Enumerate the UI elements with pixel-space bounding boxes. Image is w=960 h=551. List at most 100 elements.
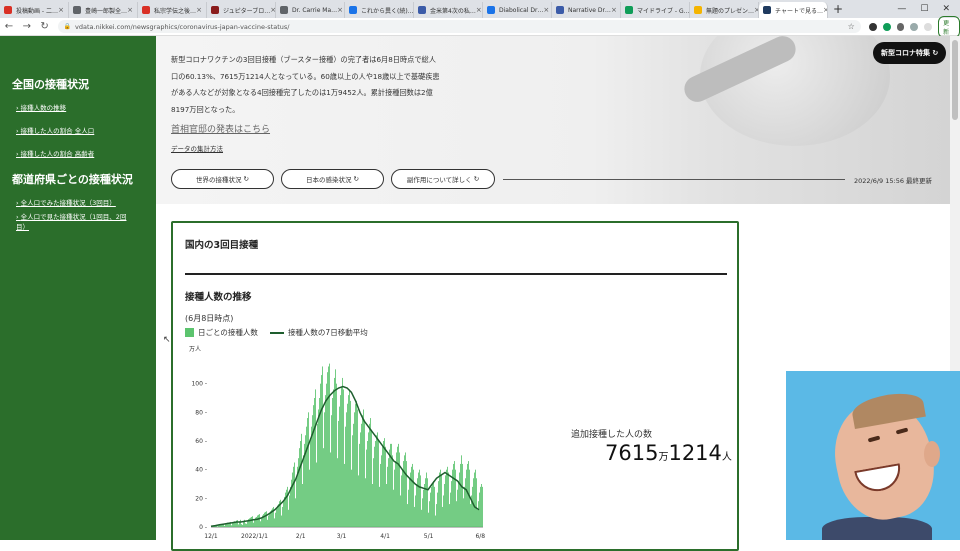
- puzzle-icon[interactable]: [897, 23, 905, 31]
- world-status-button[interactable]: 世界の接種状況 ↻: [171, 169, 274, 189]
- close-window-icon[interactable]: ✕: [942, 4, 950, 14]
- sidebar-link-pref-3rd[interactable]: 全人口でみた接種状況（3回目）: [16, 197, 156, 207]
- corona-feature-badge[interactable]: 新型コロナ特集 ↻: [873, 42, 946, 64]
- daily-bar: [463, 498, 464, 527]
- browser-tab[interactable]: Narrative Dr…×: [552, 2, 621, 18]
- back-icon[interactable]: ←: [0, 21, 18, 32]
- sidebar-link-ratio-all[interactable]: 接種した人の割合 全人口: [16, 125, 156, 135]
- tab-close-icon[interactable]: ×: [58, 6, 64, 14]
- daily-bar: [474, 473, 475, 527]
- avatar[interactable]: [924, 23, 932, 31]
- japan-infection-button[interactable]: 日本の感染状況 ↻: [281, 169, 384, 189]
- sidebar-section-title: 都道府県ごとの接種状況: [12, 171, 156, 187]
- daily-bar: [409, 478, 410, 527]
- tab-close-icon[interactable]: ×: [196, 6, 202, 14]
- daily-bar: [346, 412, 347, 527]
- daily-bar: [389, 450, 390, 527]
- daily-bar: [350, 401, 351, 527]
- daily-bar: [386, 484, 387, 527]
- tab-label: ジュピターブロ…: [223, 6, 270, 15]
- tab-close-icon[interactable]: ×: [476, 6, 482, 14]
- tab-close-icon[interactable]: ×: [543, 6, 549, 14]
- browser-tab[interactable]: 豊崎一郎製全…×: [69, 2, 138, 18]
- x-tick-label: 4/1: [380, 533, 390, 540]
- daily-bar: [344, 464, 345, 527]
- daily-bar: [451, 481, 452, 527]
- daily-bar: [388, 458, 389, 527]
- daily-bar: [458, 481, 459, 527]
- new-tab-button[interactable]: +: [828, 2, 848, 16]
- daily-bar: [394, 470, 395, 527]
- extension-icon[interactable]: [883, 23, 891, 31]
- intro-text: 新型コロナワクチンの3回目接種（ブースター接種）の完了者は6月8日時点で総人口の…: [171, 52, 441, 118]
- daily-bar: [310, 438, 311, 527]
- daily-bar: [353, 424, 354, 527]
- daily-bar: [323, 448, 324, 527]
- daily-bar: [281, 516, 282, 527]
- browser-tab[interactable]: 私宗学伝之後…×: [138, 2, 207, 18]
- tab-favicon-icon: [556, 6, 564, 14]
- daily-bar: [306, 427, 307, 527]
- daily-bar: [433, 481, 434, 527]
- daily-bar: [300, 441, 301, 527]
- sidebar-link-ratio-elderly[interactable]: 接種した人の割合 高齢者: [16, 148, 156, 158]
- daily-bar: [387, 467, 388, 527]
- sidebar-link-vaccination-count[interactable]: 接種人数の推移: [16, 102, 156, 112]
- daily-bar: [372, 484, 373, 527]
- daily-bar: [256, 517, 257, 527]
- browser-tab[interactable]: 金米第4次の私…×: [414, 2, 483, 18]
- kantei-link[interactable]: 首相官邸の発表はこちら: [171, 122, 270, 135]
- chart-legend: 日ごとの接種人数 接種人数の7日移動平均: [185, 327, 368, 338]
- daily-bar: [374, 447, 375, 527]
- reload-icon[interactable]: ↻: [36, 21, 54, 32]
- browser-tab[interactable]: Dr. Carrie Ma…×: [276, 2, 345, 18]
- maximize-icon[interactable]: ☐: [920, 4, 928, 14]
- daily-bar: [437, 493, 438, 527]
- data-method-link[interactable]: データの集計方法: [171, 143, 223, 153]
- daily-bar: [305, 435, 306, 527]
- sidebar-toggle-icon[interactable]: [910, 23, 918, 31]
- browser-tab[interactable]: 無題のプレゼン…×: [690, 2, 759, 18]
- bookmark-star-icon[interactable]: ☆: [848, 22, 855, 31]
- browser-tab[interactable]: Diabolical Dr…×: [483, 2, 552, 18]
- daily-bar: [231, 525, 232, 527]
- scrollbar-thumb[interactable]: [952, 40, 958, 120]
- browser-tab[interactable]: マイドライブ - G…×: [621, 2, 690, 18]
- y-tick-label: 20 -: [195, 495, 207, 502]
- daily-bar: [416, 484, 417, 527]
- daily-bar: [318, 409, 319, 527]
- extension-icon[interactable]: [869, 23, 877, 31]
- daily-bar: [456, 501, 457, 527]
- daily-bar: [267, 520, 268, 527]
- tab-close-icon[interactable]: ×: [611, 6, 617, 14]
- forward-icon[interactable]: →: [18, 21, 36, 32]
- daily-bar: [434, 487, 435, 527]
- side-effects-button[interactable]: 副作用について詳しく ↻: [391, 169, 495, 189]
- browser-tab[interactable]: チャートで見る…×: [759, 2, 828, 18]
- daily-bar: [276, 508, 277, 527]
- sidebar-link-pref-1st2nd[interactable]: 全人口で見た接種状況（1回目、2回目）: [16, 211, 136, 231]
- url-input[interactable]: 🔒 vdata.nikkei.com/newsgraphics/coronavi…: [58, 20, 861, 33]
- daily-bar: [269, 513, 270, 527]
- daily-bar: [477, 510, 478, 527]
- daily-bar: [339, 407, 340, 527]
- daily-bar: [420, 475, 421, 527]
- total-value-part: 7615: [605, 441, 658, 465]
- daily-bar: [292, 473, 293, 527]
- browser-tab[interactable]: ジュピターブロ…×: [207, 2, 276, 18]
- tab-favicon-icon: [625, 6, 633, 14]
- daily-bar: [259, 514, 260, 527]
- tab-close-icon[interactable]: ×: [127, 6, 133, 14]
- browser-tab[interactable]: 投稿動画 - 二…×: [0, 2, 69, 18]
- update-button[interactable]: 更新: [938, 16, 960, 38]
- extensions-area: 更新: [869, 16, 960, 38]
- tab-close-icon[interactable]: ×: [337, 6, 343, 14]
- daily-bar: [402, 470, 403, 527]
- daily-bar: [457, 490, 458, 527]
- daily-bar: [419, 470, 420, 527]
- daily-bar: [382, 447, 383, 527]
- browser-tab[interactable]: これから異く(続)…×: [345, 2, 414, 18]
- daily-bar: [283, 501, 284, 527]
- minimize-icon[interactable]: —: [897, 4, 906, 14]
- daily-bar: [461, 455, 462, 527]
